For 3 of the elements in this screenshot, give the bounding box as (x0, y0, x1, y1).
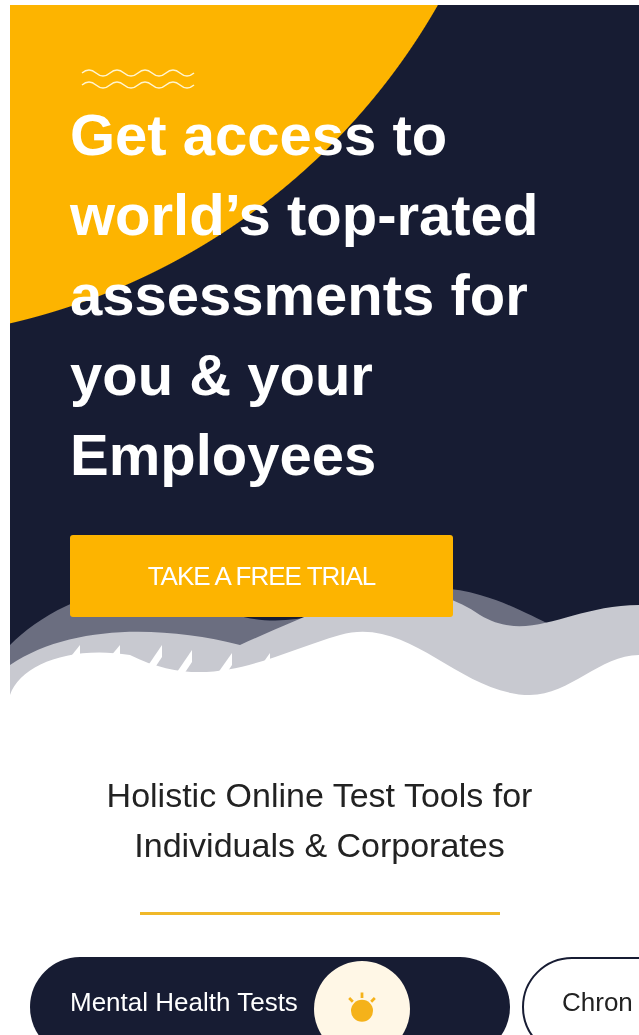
section-heading: Holistic Online Test Tools for Individuals & Corporates (105, 775, 534, 866)
category-tab[interactable]: Mental Health Tests (30, 957, 510, 1035)
category-tab[interactable]: Chron (522, 957, 639, 1035)
